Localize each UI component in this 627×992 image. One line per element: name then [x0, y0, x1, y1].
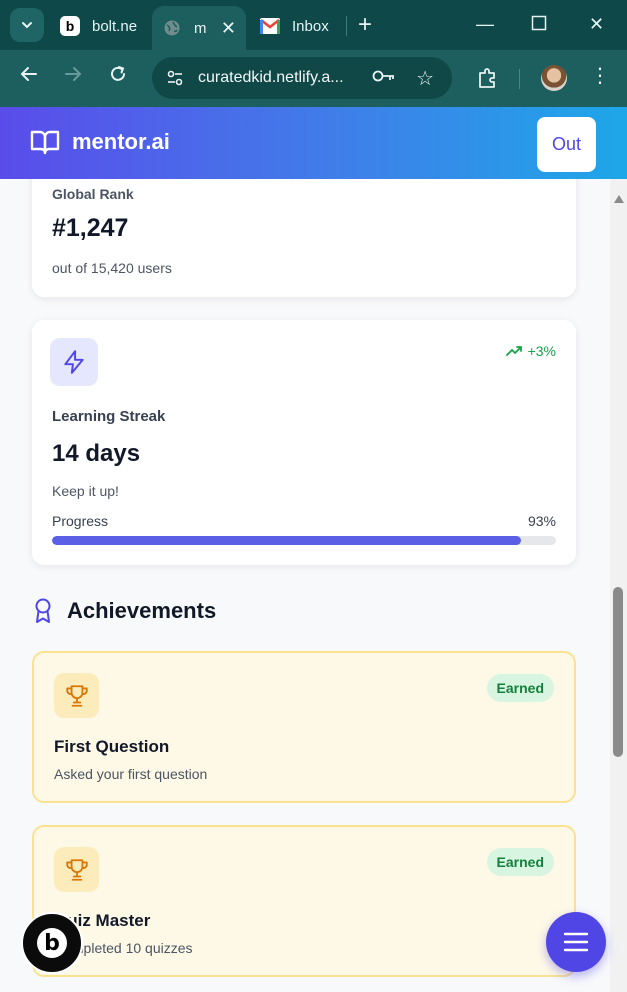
achievement-name: First Question: [54, 737, 170, 756]
trending-up-icon: [505, 346, 522, 356]
tab-bolt[interactable]: b bolt.ne: [60, 6, 150, 46]
chevron-down-icon: [22, 22, 32, 29]
tab-title: bolt.ne: [92, 17, 138, 35]
main-content[interactable]: Global Rank #1,247 out of 15,420 users +…: [0, 179, 610, 992]
section-title: Achievements: [67, 598, 217, 623]
url-text: curatedkid.netlify.a...: [198, 69, 344, 86]
more-menu-icon[interactable]: ⋮: [590, 66, 610, 86]
progress-bar: [52, 536, 556, 545]
lightning-icon: [50, 338, 98, 386]
tab-title: m: [194, 19, 207, 37]
global-rank-card: Global Rank #1,247 out of 15,420 users: [32, 179, 576, 297]
card-value: 14 days: [52, 440, 141, 467]
bolt-icon: b: [60, 16, 80, 36]
trophy-icon: [54, 673, 99, 718]
trend-indicator: +3%: [505, 343, 556, 359]
earned-badge: Earned: [486, 674, 554, 702]
site-info-icon[interactable]: [164, 67, 186, 89]
card-label: Learning Streak: [52, 408, 166, 425]
scrollbar[interactable]: [610, 179, 627, 992]
achievements-heading: Achievements: [33, 598, 216, 624]
back-arrow-icon[interactable]: [20, 65, 38, 87]
progress-label: Progress: [52, 513, 109, 529]
tab-title: Inbox: [292, 17, 329, 35]
card-subtext: Keep it up!: [52, 483, 119, 499]
tab-search-button[interactable]: [10, 8, 44, 42]
progress-fill: [52, 536, 521, 545]
sign-out-button[interactable]: Out: [537, 117, 596, 172]
extensions-icon[interactable]: [476, 67, 498, 94]
toolbar-divider: [519, 69, 520, 89]
trend-value: +3%: [527, 343, 556, 359]
progress-percent: 93%: [527, 513, 556, 529]
reload-icon[interactable]: [109, 65, 127, 87]
learning-streak-card: +3% Learning Streak 14 days Keep it up! …: [32, 320, 576, 565]
bolt-logo-icon: b: [37, 928, 67, 958]
achievement-card: Earned Quiz Master Completed 10 quizzes: [32, 825, 576, 977]
card-subtext: out of 15,420 users: [52, 260, 172, 276]
card-label: Global Rank: [52, 186, 134, 202]
scrollbar-thumb[interactable]: [613, 587, 623, 757]
scroll-up-arrow-icon[interactable]: [614, 195, 624, 203]
close-icon[interactable]: ✕: [221, 18, 236, 39]
tab-inbox[interactable]: Inbox: [260, 6, 350, 46]
forward-arrow-icon[interactable]: [64, 65, 82, 87]
key-icon[interactable]: [372, 69, 396, 88]
brand-name: mentor.ai: [72, 129, 170, 154]
brand[interactable]: mentor.ai: [30, 129, 170, 155]
award-icon: [35, 598, 51, 623]
book-open-icon: [30, 130, 60, 155]
globe-icon: [162, 18, 182, 38]
menu-button[interactable]: [546, 912, 606, 972]
trophy-icon: [54, 847, 99, 892]
bolt-badge[interactable]: b: [21, 912, 83, 974]
tab-active[interactable]: m ✕: [152, 6, 246, 50]
card-value: #1,247: [52, 214, 129, 242]
achievement-desc: Asked your first question: [54, 766, 208, 782]
tab-divider: [346, 16, 347, 36]
earned-badge: Earned: [486, 848, 554, 876]
browser-chrome: b bolt.ne m ✕ Inbox + — ✕ curatedkid.net…: [0, 0, 627, 107]
achievement-card: Earned First Question Asked your first q…: [32, 651, 576, 803]
profile-avatar[interactable]: [541, 65, 567, 91]
hamburger-menu-icon: [563, 932, 589, 952]
maximize-icon[interactable]: [531, 15, 547, 36]
star-icon[interactable]: ☆: [416, 66, 434, 91]
minimize-icon[interactable]: —: [476, 14, 494, 35]
new-tab-button[interactable]: +: [358, 13, 372, 37]
window-close-icon[interactable]: ✕: [589, 14, 604, 35]
browser-toolbar: curatedkid.netlify.a... ☆ ⋮: [0, 50, 627, 107]
app-header: mentor.ai Out: [0, 107, 627, 179]
address-bar[interactable]: curatedkid.netlify.a... ☆: [152, 57, 452, 99]
tab-strip: b bolt.ne m ✕ Inbox + — ✕: [0, 0, 627, 50]
gmail-icon: [260, 16, 280, 36]
